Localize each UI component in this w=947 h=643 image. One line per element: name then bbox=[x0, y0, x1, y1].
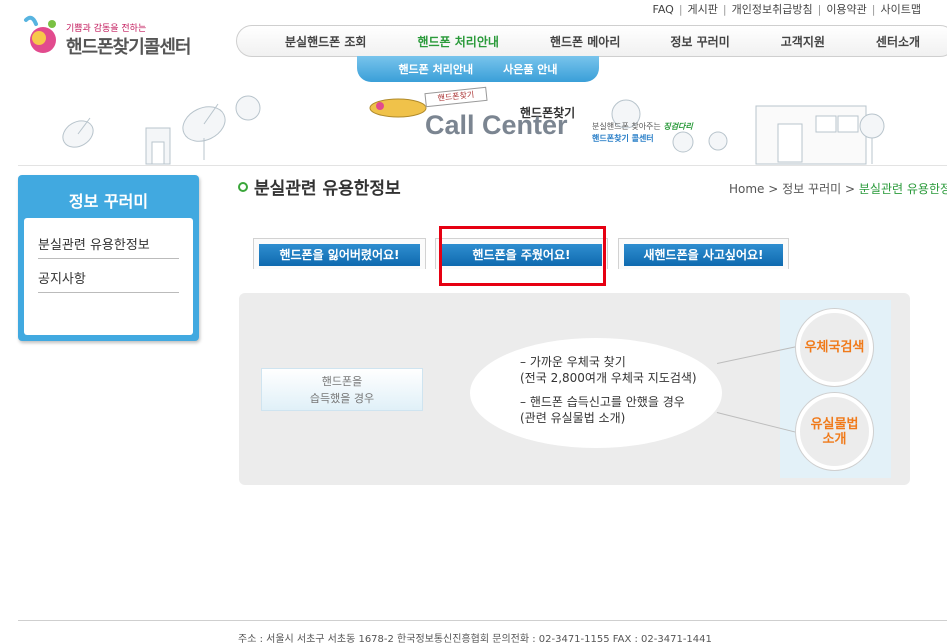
law-label-line2: 소개 bbox=[822, 431, 847, 447]
subnav-gift[interactable]: 사은품 안내 bbox=[503, 61, 557, 77]
tab-lost-label[interactable]: 핸드폰을 잃어버렸어요! bbox=[259, 244, 420, 266]
breadcrumb-separator: > bbox=[768, 182, 779, 196]
banner-desc-prefix: 분실핸드폰 찾아주는 bbox=[592, 122, 664, 131]
banner-desc: 분실핸드폰 찾아주는 징검다리 핸드폰찾기 콜센터 bbox=[592, 121, 693, 145]
page-title-text: 분실관련 유용한정보 bbox=[254, 179, 401, 199]
nav-lost-phone-search[interactable]: 분실핸드폰 조회 bbox=[285, 33, 366, 50]
breadcrumb-current: 분실관련 유용한정보 bbox=[858, 182, 947, 196]
nav-phone-echo[interactable]: 핸드폰 메아리 bbox=[550, 33, 620, 50]
info-line: – 핸드폰 습득신고를 안했을 경우 bbox=[520, 395, 685, 409]
case-line2: 습득했을 경우 bbox=[309, 392, 375, 405]
lost-property-law-button[interactable]: 유실물법 소개 bbox=[796, 393, 873, 470]
privacy-link[interactable]: 개인정보취급방침 bbox=[732, 1, 813, 17]
faq-link[interactable]: FAQ bbox=[653, 3, 674, 16]
tab-new-phone[interactable]: 새핸드폰을 사고싶어요! bbox=[618, 238, 789, 269]
law-label-line1: 유실물법 bbox=[810, 416, 859, 432]
nav-phone-process[interactable]: 핸드폰 처리안내 bbox=[417, 33, 498, 50]
sidebar-menu: 분실관련 유용한정보 공지사항 bbox=[24, 218, 193, 335]
main-nav: 분실핸드폰 조회 핸드폰 처리안내 핸드폰 메아리 정보 꾸러미 고객지원 센터… bbox=[236, 25, 947, 57]
sidebar: 정보 꾸러미 분실관련 유용한정보 공지사항 bbox=[18, 175, 199, 341]
breadcrumb-separator: > bbox=[845, 182, 856, 196]
banner-desc-line2: 핸드폰찾기 콜센터 bbox=[592, 134, 654, 143]
divider: | bbox=[871, 2, 876, 16]
post-office-search-label: 우체국검색 bbox=[804, 340, 865, 355]
info-text: – 가까운 우체국 찾기 (전국 2,800여개 우체국 지도검색) – 핸드폰… bbox=[520, 354, 697, 426]
footer-divider bbox=[18, 620, 947, 621]
tab-lost[interactable]: 핸드폰을 잃어버렸어요! bbox=[253, 238, 426, 269]
page-title: 분실관련 유용한정보 bbox=[238, 174, 401, 199]
logo-mark-icon bbox=[24, 15, 56, 53]
nav-info-bundle[interactable]: 정보 꾸러미 bbox=[670, 33, 729, 50]
sidebar-title: 정보 꾸러미 bbox=[68, 192, 149, 211]
tab-new-phone-label[interactable]: 새핸드폰을 사고싶어요! bbox=[624, 244, 783, 266]
footer-address: 주소 : 서울시 서초구 서초동 1678-2 한국정보통신진흥협회 문의전화 … bbox=[238, 634, 712, 643]
terms-link[interactable]: 이용약관 bbox=[826, 1, 866, 17]
nav-about[interactable]: 센터소개 bbox=[876, 33, 920, 50]
banner-title: Call Center bbox=[425, 110, 568, 140]
post-office-search-button[interactable]: 우체국검색 bbox=[796, 309, 873, 386]
info-line: (관련 유실물법 소개) bbox=[520, 411, 626, 425]
board-link[interactable]: 게시판 bbox=[688, 1, 718, 17]
sidebar-item-notice[interactable]: 공지사항 bbox=[38, 264, 179, 293]
divider: | bbox=[678, 2, 683, 16]
case-line1: 핸드폰을 bbox=[321, 375, 363, 388]
subnav-process[interactable]: 핸드폰 처리안내 bbox=[398, 61, 473, 77]
divider: | bbox=[817, 2, 822, 16]
breadcrumb: Home > 정보 꾸러미 > 분실관련 유용한정보 bbox=[729, 180, 947, 197]
site-logo[interactable]: 기쁨과 감동을 전하는 핸드폰찾기콜센터 bbox=[18, 12, 208, 60]
utility-nav: FAQ | 게시판 | 개인정보취급방침 | 이용약관 | 사이트맵 bbox=[653, 1, 922, 17]
breadcrumb-level1[interactable]: 정보 꾸러미 bbox=[782, 182, 841, 196]
breadcrumb-home[interactable]: Home bbox=[729, 182, 764, 196]
case-box: 핸드폰을 습득했을 경우 bbox=[261, 368, 423, 411]
divider: | bbox=[722, 2, 727, 16]
nav-support[interactable]: 고객지원 bbox=[781, 33, 825, 50]
lost-property-law-label: 유실물법 소개 bbox=[811, 417, 859, 447]
logo-name: 핸드폰찾기콜센터 bbox=[66, 37, 191, 58]
info-line: (전국 2,800여개 우체국 지도검색) bbox=[520, 371, 697, 385]
selection-highlight bbox=[439, 226, 606, 286]
sub-nav: 핸드폰 처리안내 사은품 안내 bbox=[357, 56, 599, 82]
info-line: – 가까운 우체국 찾기 bbox=[520, 355, 626, 369]
sitemap-link[interactable]: 사이트맵 bbox=[881, 1, 921, 17]
title-bullet-icon bbox=[238, 181, 248, 192]
banner-desc-em: 징검다리 bbox=[663, 122, 693, 131]
info-bubble: – 가까운 우체국 찾기 (전국 2,800여개 우체국 지도검색) – 핸드폰… bbox=[470, 338, 722, 448]
sidebar-item-useful-info[interactable]: 분실관련 유용한정보 bbox=[38, 230, 179, 259]
